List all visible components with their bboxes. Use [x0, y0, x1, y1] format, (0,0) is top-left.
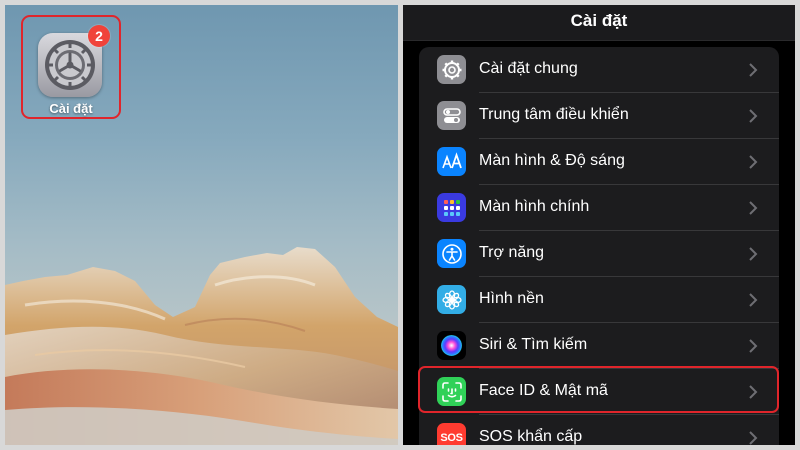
settings-item-label: Face ID & Mật mã — [479, 382, 608, 399]
page-title: Cài đặt — [570, 11, 628, 30]
settings-app-label: Cài đặt — [49, 101, 93, 116]
home-screen: 2 Cài đặt — [5, 5, 398, 445]
chevron-right-icon — [749, 155, 758, 169]
app-grid-icon — [437, 193, 466, 222]
chevron-right-icon — [749, 63, 758, 77]
flower-icon — [437, 285, 466, 314]
settings-item-display-brightness[interactable]: Màn hình & Độ sáng — [419, 139, 779, 185]
siri-icon — [437, 331, 466, 360]
settings-item-emergency-sos[interactable]: SOS SOS khẩn cấp — [419, 415, 779, 445]
settings-item-general[interactable]: Cài đặt chung — [419, 47, 779, 93]
gear-icon — [45, 40, 95, 90]
settings-item-siri-search[interactable]: Siri & Tìm kiếm — [419, 323, 779, 369]
settings-screen: Cài đặt Cài đặt chung Trung tâm điều khi… — [403, 5, 795, 445]
settings-item-accessibility[interactable]: Trợ năng — [419, 231, 779, 277]
gear-icon — [437, 55, 466, 84]
sos-icon: SOS — [437, 423, 466, 445]
accessibility-icon — [437, 239, 466, 268]
navigation-bar: Cài đặt — [403, 5, 795, 41]
chevron-right-icon — [749, 201, 758, 215]
settings-item-label: Siri & Tìm kiếm — [479, 336, 588, 353]
notification-badge: 2 — [88, 25, 110, 47]
chevron-right-icon — [749, 339, 758, 353]
text-size-icon — [437, 147, 466, 176]
settings-item-home-screen[interactable]: Màn hình chính — [419, 185, 779, 231]
chevron-right-icon — [749, 293, 758, 307]
chevron-right-icon — [749, 109, 758, 123]
settings-item-face-id-passcode[interactable]: Face ID & Mật mã — [419, 369, 779, 415]
settings-item-label: SOS khẩn cấp — [479, 428, 583, 445]
face-id-icon — [437, 377, 466, 406]
settings-item-label: Hình nền — [479, 290, 544, 307]
settings-item-label: Cài đặt chung — [479, 60, 578, 77]
chevron-right-icon — [749, 247, 758, 261]
settings-item-label: Trợ năng — [479, 244, 545, 261]
settings-item-control-center[interactable]: Trung tâm điều khiển — [419, 93, 779, 139]
settings-item-label: Màn hình chính — [479, 198, 590, 215]
settings-app-highlight[interactable]: 2 Cài đặt — [21, 15, 121, 119]
chevron-right-icon — [749, 431, 758, 445]
settings-item-wallpaper[interactable]: Hình nền — [419, 277, 779, 323]
sos-icon-text: SOS — [440, 431, 463, 444]
settings-list: Cài đặt chung Trung tâm điều khiển Màn h… — [419, 47, 779, 445]
settings-item-label: Trung tâm điều khiển — [479, 106, 629, 123]
chevron-right-icon — [749, 385, 758, 399]
settings-item-label: Màn hình & Độ sáng — [479, 152, 625, 169]
toggles-icon — [437, 101, 466, 130]
